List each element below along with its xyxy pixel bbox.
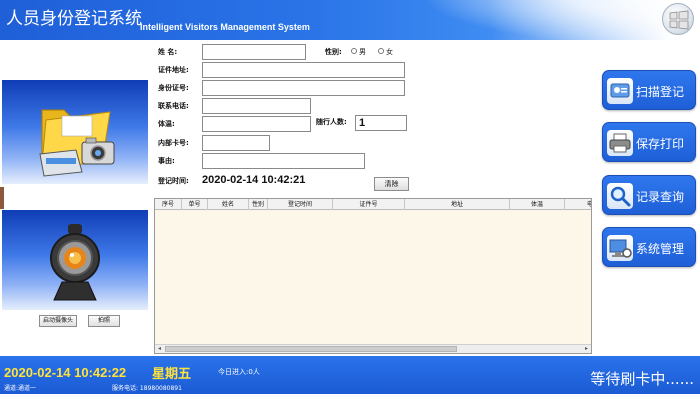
phone-field[interactable] xyxy=(202,98,311,114)
camera-preview-panel xyxy=(2,210,148,310)
system-manage-label: 系统管理 xyxy=(636,242,685,256)
save-print-button[interactable]: 保存打印 xyxy=(602,122,696,162)
temperature-label: 体温: xyxy=(158,120,175,128)
column-header[interactable]: 体温 xyxy=(510,199,565,210)
id-photo-panel xyxy=(2,80,148,184)
app-subtitle: Intelligent Visitors Management System xyxy=(140,22,310,32)
column-header[interactable]: 证件号 xyxy=(333,199,405,210)
name-label: 姓 名: xyxy=(158,48,178,56)
scroll-right-icon[interactable]: ▸ xyxy=(582,345,591,353)
panel-splitter-handle[interactable] xyxy=(0,187,4,209)
record-query-label: 记录查询 xyxy=(636,190,685,204)
phone-label: 联系电话: xyxy=(158,102,189,110)
companions-field[interactable]: 1 xyxy=(355,115,407,131)
clear-button[interactable]: 清除 xyxy=(374,177,409,191)
scrollbar-thumb[interactable] xyxy=(165,346,457,352)
column-header[interactable]: 单号 xyxy=(182,199,208,210)
channel-label: 通道:通道一 xyxy=(4,385,37,392)
webcam-icon xyxy=(50,224,100,301)
reg-time-value: 2020-02-14 10:42:21 xyxy=(202,174,306,186)
computer-settings-icon xyxy=(607,235,633,261)
id-address-field[interactable] xyxy=(202,62,405,78)
card-number-label: 内部卡号: xyxy=(158,139,189,147)
windows-logo-icon xyxy=(662,3,694,35)
id-address-label: 证件地址: xyxy=(158,66,189,74)
id-card-scan-icon xyxy=(607,78,633,104)
horizontal-scrollbar[interactable]: ◂ ▸ xyxy=(155,344,591,353)
system-manage-button[interactable]: 系统管理 xyxy=(602,227,696,267)
take-photo-button[interactable]: 拍照 xyxy=(88,315,120,327)
start-camera-button[interactable]: 启动摄像头 xyxy=(39,315,77,327)
scan-register-button[interactable]: 扫描登记 xyxy=(602,70,696,110)
column-header[interactable]: 地址 xyxy=(405,199,510,210)
status-footer: 2020-02-14 10:42:22 星期五 今日进入:0人 通道:通道一 服… xyxy=(0,356,700,394)
record-query-button[interactable]: 记录查询 xyxy=(602,175,696,215)
card-status-text: 等待刷卡中...... xyxy=(590,370,694,388)
reason-field[interactable] xyxy=(202,153,365,169)
service-phone: 服务电话: 18980080891 xyxy=(112,385,182,392)
column-header[interactable]: 姓名 xyxy=(208,199,249,210)
current-weekday: 星期五 xyxy=(152,367,192,382)
today-count: 今日进入:0人 xyxy=(218,368,260,376)
scan-register-label: 扫描登记 xyxy=(636,85,685,99)
table-header: 序号 单号 姓名 性别 登记时间 证件号 地址 体温 电 xyxy=(155,199,591,210)
id-number-label: 身份证号: xyxy=(158,84,189,92)
column-header[interactable]: 电 xyxy=(565,199,591,210)
app-title: 人员身份登记系统 xyxy=(6,9,142,29)
gender-female-radio[interactable] xyxy=(378,48,384,54)
reg-time-label: 登记时间: xyxy=(158,177,189,185)
companions-label: 随行人数: xyxy=(316,118,347,126)
reason-label: 事由: xyxy=(158,157,175,165)
gender-female-label: 女 xyxy=(386,48,393,56)
name-field[interactable] xyxy=(202,44,306,60)
column-header[interactable]: 性别 xyxy=(249,199,268,210)
card-number-field[interactable] xyxy=(202,135,270,151)
id-number-field[interactable] xyxy=(202,80,405,96)
folder-camera-icon xyxy=(39,109,115,177)
magnifier-icon xyxy=(607,183,633,209)
records-table[interactable]: 序号 单号 姓名 性别 登记时间 证件号 地址 体温 电 ◂ ▸ xyxy=(154,198,592,354)
column-header[interactable]: 序号 xyxy=(155,199,182,210)
save-print-label: 保存打印 xyxy=(636,137,685,151)
temperature-field[interactable] xyxy=(202,116,311,132)
scroll-left-icon[interactable]: ◂ xyxy=(155,345,164,353)
gender-male-label: 男 xyxy=(359,48,366,56)
current-datetime: 2020-02-14 10:42:22 xyxy=(4,365,127,380)
column-header[interactable]: 登记时间 xyxy=(268,199,333,210)
gender-label: 性别: xyxy=(325,48,342,56)
gender-male-radio[interactable] xyxy=(351,48,357,54)
printer-icon xyxy=(607,130,633,156)
app-header: 人员身份登记系统 Intelligent Visitors Management… xyxy=(0,0,700,40)
